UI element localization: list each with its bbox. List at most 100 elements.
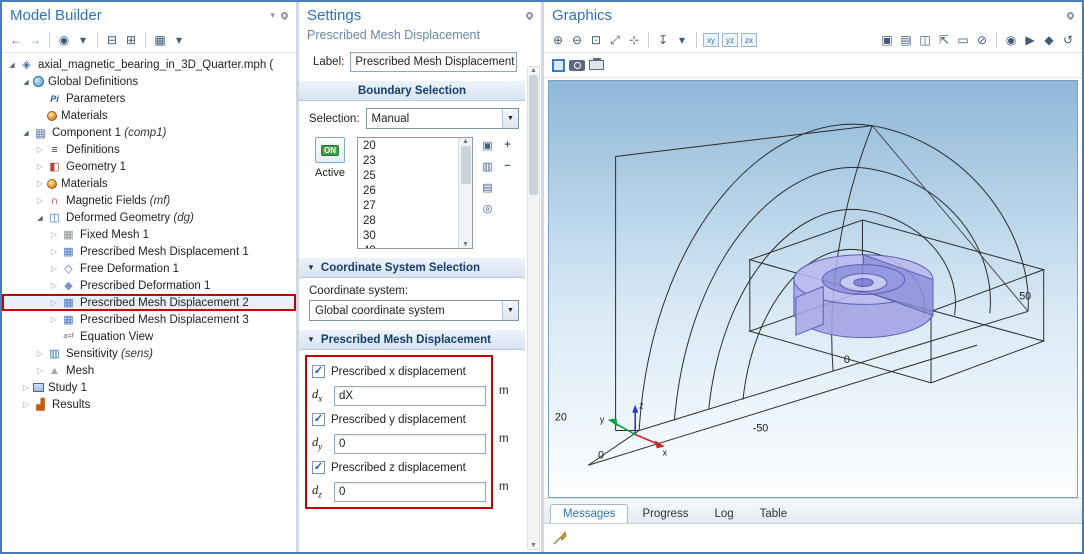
reset-view-icon[interactable]: ↺	[1060, 31, 1076, 49]
model-grid-icon[interactable]: ▦	[152, 31, 168, 49]
scroll-up-icon[interactable]: ▲	[530, 67, 537, 74]
coordinate-section-header[interactable]: ▼ Coordinate System Selection	[299, 257, 525, 278]
expand-arrow-icon[interactable]: ▷	[34, 196, 46, 205]
paste-selection-icon[interactable]: ▤	[479, 179, 496, 195]
view-zx-icon[interactable]: zx	[741, 33, 757, 47]
view-yz-icon[interactable]: yz	[722, 33, 738, 47]
caret-icon[interactable]: ▾	[75, 31, 91, 49]
pin-icon[interactable]	[524, 10, 535, 20]
remove-icon[interactable]: −	[499, 158, 516, 174]
boundary-list-item[interactable]: 25	[358, 169, 458, 184]
expand-arrow-icon[interactable]: ▷	[34, 179, 46, 188]
plot-settings-icon[interactable]: ◆	[1041, 31, 1057, 49]
prescribed-y-checkbox[interactable]	[312, 413, 325, 426]
boundary-list-item[interactable]: 23	[358, 154, 458, 169]
expand-arrow-icon[interactable]: ▷	[34, 162, 46, 171]
expand-arrow-icon[interactable]: ▷	[48, 315, 60, 324]
show-icon[interactable]: ◉	[56, 31, 72, 49]
boundary-list-item[interactable]: 28	[358, 214, 458, 229]
tree-item-geometry-1[interactable]: ▷ Geometry 1	[2, 158, 296, 175]
tab-messages[interactable]: Messages	[550, 504, 629, 523]
collapse-arrow-icon[interactable]: ◢	[20, 129, 32, 137]
zoom-to-selection-icon[interactable]: ◎	[479, 200, 496, 216]
tab-table[interactable]: Table	[748, 505, 800, 523]
scroll-thumb[interactable]	[529, 75, 538, 195]
select-box-icon[interactable]	[550, 56, 566, 74]
tab-progress[interactable]: Progress	[630, 505, 700, 523]
tree-item-free-deformation-1[interactable]: ▷ Free Deformation 1	[2, 260, 296, 277]
deselect-icon[interactable]: ⊘	[974, 31, 990, 49]
expand-arrow-icon[interactable]: ▷	[48, 247, 60, 256]
back-icon[interactable]: ←	[8, 31, 24, 49]
prescribed-z-checkbox[interactable]	[312, 461, 325, 474]
collapse-all-icon[interactable]: ⊟	[104, 31, 120, 49]
dy-input[interactable]: 0	[334, 433, 486, 454]
3d-model-view[interactable]: 50 0 -50 20 0 z y x	[549, 81, 1077, 497]
print-figure-icon[interactable]	[588, 56, 604, 74]
selected-bearing-geometry[interactable]	[793, 254, 934, 339]
tree-item-materials[interactable]: Materials	[2, 107, 296, 124]
boundary-selection-section-header[interactable]: Boundary Selection	[299, 80, 525, 101]
boundary-list-item[interactable]: 26	[358, 184, 458, 199]
expand-arrow-icon[interactable]: ▷	[48, 264, 60, 273]
tree-item-prescribed-mesh-displacement-1[interactable]: ▷ Prescribed Mesh Displacement 1	[2, 243, 296, 260]
scroll-up-icon[interactable]: ▲	[462, 138, 469, 145]
expand-arrow-icon[interactable]: ▷	[48, 281, 60, 290]
tree-item-component-1[interactable]: ◢ Component 1 (comp1)	[2, 124, 296, 141]
collapse-arrow-icon[interactable]: ◢	[34, 214, 46, 222]
image-browser-icon[interactable]: ▤	[898, 31, 914, 49]
export-image-icon[interactable]: ⇱	[936, 31, 952, 49]
graphics-viewport[interactable]: 50 0 -50 20 0 z y x	[548, 80, 1078, 498]
pmd-section-header[interactable]: ▼ Prescribed Mesh Displacement	[299, 329, 525, 350]
expand-arrow-icon[interactable]: ▷	[34, 145, 46, 154]
zoom-box-icon[interactable]: ⊡	[588, 31, 604, 49]
window-layout-icon[interactable]: ◫	[917, 31, 933, 49]
tree-item-deformed-geometry[interactable]: ◢ Deformed Geometry (dg)	[2, 209, 296, 226]
tree-item-materials[interactable]: ▷ Materials	[2, 175, 296, 192]
expand-arrow-icon[interactable]: ▷	[48, 298, 60, 307]
tree-item-global-definitions[interactable]: ◢ Global Definitions	[2, 73, 296, 90]
expand-arrow-icon[interactable]: ▷	[34, 366, 46, 375]
boundary-list-item[interactable]: 49	[358, 244, 458, 248]
snapshot-icon[interactable]: ◉	[1003, 31, 1019, 49]
animation-icon[interactable]: ▶	[1022, 31, 1038, 49]
add-icon[interactable]: +	[499, 137, 516, 153]
dx-input[interactable]: dX	[334, 385, 486, 406]
tree-item-results[interactable]: ▷ Results	[2, 396, 296, 413]
new-selection-icon[interactable]: ▣	[479, 137, 496, 153]
tree-item-definitions[interactable]: ▷ Definitions	[2, 141, 296, 158]
clear-messages-broom-icon[interactable]	[552, 530, 567, 546]
forward-icon[interactable]: →	[27, 31, 43, 49]
pan-icon[interactable]: ⊹	[626, 31, 642, 49]
go-to-default-view-icon[interactable]: ↧	[655, 31, 671, 49]
caret-icon[interactable]: ▾	[674, 31, 690, 49]
selection-dropdown[interactable]: Manual ▼	[365, 108, 519, 129]
expand-arrow-icon[interactable]: ▷	[48, 230, 60, 239]
panel-menu-icon[interactable]: ▾	[270, 10, 275, 21]
boundary-list-item[interactable]: 30	[358, 229, 458, 244]
expand-arrow-icon[interactable]: ▷	[34, 349, 46, 358]
tree-item-prescribed-mesh-displacement-2[interactable]: ▷ Prescribed Mesh Displacement 2	[2, 294, 296, 311]
zoom-out-icon[interactable]: ⊖	[569, 31, 585, 49]
view-xy-icon[interactable]: xy	[703, 33, 719, 47]
copy-selection-icon[interactable]: ▥	[479, 158, 496, 174]
zoom-in-icon[interactable]: ⊕	[550, 31, 566, 49]
dz-input[interactable]: 0	[334, 481, 486, 502]
scroll-down-icon[interactable]: ▼	[530, 542, 537, 549]
pin-icon[interactable]	[279, 10, 290, 20]
tab-log[interactable]: Log	[702, 505, 745, 523]
expand-arrow-icon[interactable]: ▷	[20, 383, 32, 392]
scroll-thumb[interactable]	[460, 146, 471, 184]
pin-icon[interactable]	[1065, 10, 1076, 20]
tree-item-axial-magnetic-bearing-in-3d-quarter-mph[interactable]: ◢ axial_magnetic_bearing_in_3D_Quarter.mp…	[2, 56, 296, 73]
print-icon[interactable]: ▭	[955, 31, 971, 49]
boundary-list-item[interactable]: 20	[358, 139, 458, 154]
coordinate-system-dropdown[interactable]: Global coordinate system ▼	[309, 300, 519, 321]
active-toggle-button[interactable]: ON	[315, 137, 345, 163]
collapse-arrow-icon[interactable]: ◢	[20, 78, 32, 86]
tree-item-prescribed-deformation-1[interactable]: ▷ Prescribed Deformation 1	[2, 277, 296, 294]
camera-icon[interactable]	[569, 56, 585, 74]
tree-item-study-1[interactable]: ▷ Study 1	[2, 379, 296, 396]
tree-item-parameters[interactable]: Parameters	[2, 90, 296, 107]
caret-icon[interactable]: ▾	[171, 31, 187, 49]
